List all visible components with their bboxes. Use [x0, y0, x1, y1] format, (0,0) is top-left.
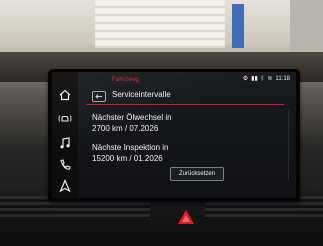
breadcrumb[interactable]: Fahrzeug	[112, 77, 139, 83]
hazard-triangle-icon	[178, 210, 194, 224]
inspection-value: 15200 km / 01.2026	[92, 154, 163, 163]
status-time: 11:18	[275, 76, 290, 82]
sidebar	[52, 72, 78, 198]
signal-icon: ▮▮	[251, 76, 258, 82]
reset-button[interactable]: Zurücksetzen	[170, 167, 224, 181]
music-note-icon	[60, 137, 70, 149]
background-garage-door	[95, 0, 225, 48]
sidebar-item-navigation[interactable]	[55, 177, 75, 195]
infotainment-screen: ⚙ ▮▮ ᛒ ≋ 11:18 Fahrzeug Serviceintervalle Nä…	[52, 72, 296, 198]
wifi-icon: ≋	[267, 76, 273, 82]
sidebar-item-media[interactable]	[55, 134, 75, 152]
sidebar-item-vehicle[interactable]	[55, 110, 75, 128]
page-title: Serviceintervalle	[112, 90, 171, 99]
phone-icon	[60, 159, 71, 170]
home-icon	[59, 89, 71, 101]
background-blue-strip	[232, 4, 244, 48]
status-bar: ⚙ ▮▮ ᛒ ≋ 11:18	[240, 74, 290, 84]
back-arrow-icon	[92, 91, 106, 102]
car-wireless-icon	[58, 115, 72, 122]
bluetooth-icon: ᛒ	[260, 76, 265, 82]
sidebar-item-phone[interactable]	[55, 156, 75, 174]
page-header: Serviceintervalle	[86, 86, 284, 105]
gear-icon: ⚙	[242, 76, 249, 82]
sidebar-item-home[interactable]	[55, 86, 75, 104]
back-button[interactable]	[92, 89, 106, 102]
scrollbar-track	[288, 110, 289, 180]
hazard-light-button[interactable]	[177, 209, 195, 225]
navigation-icon	[59, 178, 71, 193]
inspection-label: Nächste Inspektion in	[92, 143, 169, 152]
oil-change-label: Nächster Ölwechsel in	[92, 113, 172, 122]
oil-change-value: 2700 km / 07.2026	[92, 124, 159, 133]
